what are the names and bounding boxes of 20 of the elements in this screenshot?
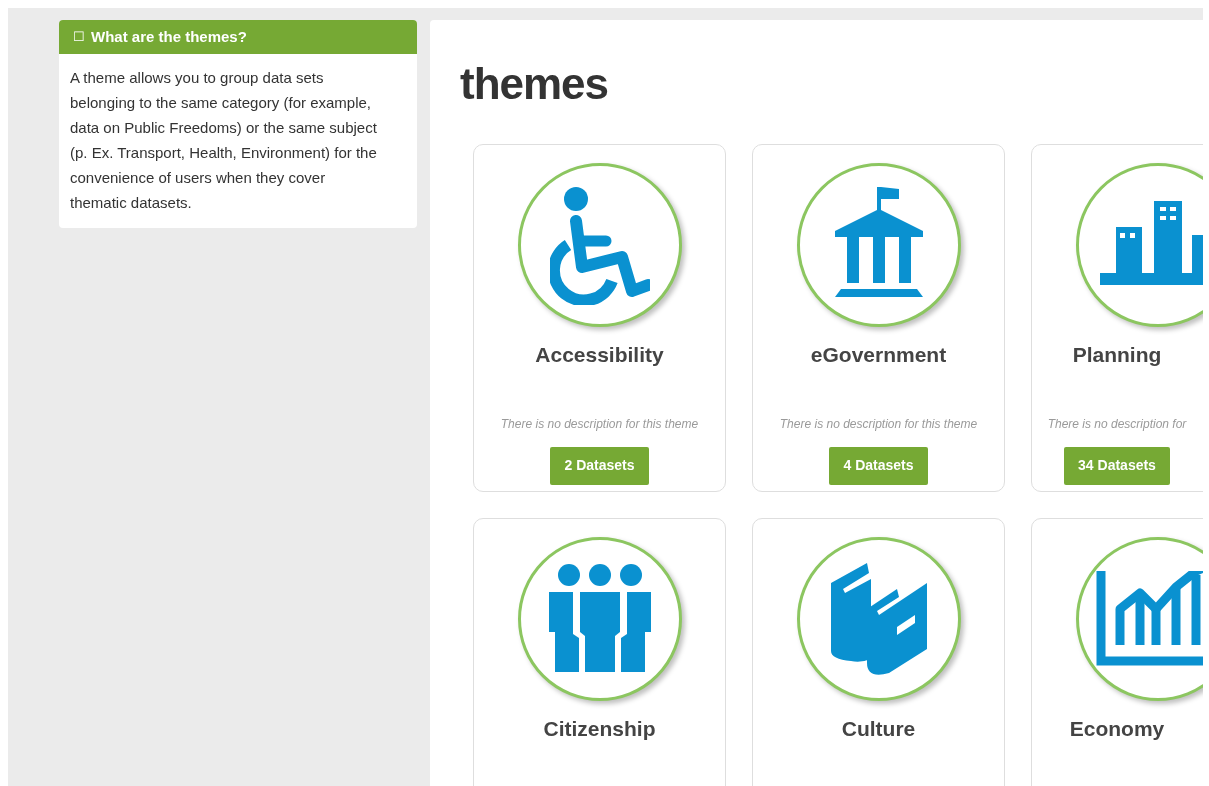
page-title: themes bbox=[460, 58, 610, 110]
group-of-people-icon bbox=[546, 564, 653, 674]
theme-name: Economy bbox=[1069, 716, 1165, 742]
info-text: A theme allows you to group data sets belonging to the same category (for example, data on Public Freedoms) or the same subject (p. Ex. Transport, Health, Environment) for the convenience of users when they cover thematic datasets. bbox=[69, 68, 378, 213]
square-icon: ☐ bbox=[73, 27, 85, 47]
theme-description: There is no description for this theme bbox=[779, 415, 978, 433]
wheelchair-icon bbox=[549, 185, 650, 305]
datasets-button[interactable]: 2 Datasets bbox=[550, 446, 649, 485]
theme-description: There is no description for bbox=[1047, 415, 1187, 433]
info-card-title: What are the themes? bbox=[91, 26, 247, 47]
theme-name: Planning bbox=[1072, 342, 1162, 368]
theme-name: Accessibility bbox=[535, 342, 664, 368]
theme-description: There is no description for this theme bbox=[500, 415, 699, 433]
datasets-button[interactable]: 34 Datasets bbox=[1064, 446, 1170, 485]
theme-name: Citizenship bbox=[543, 716, 656, 742]
theme-name: Culture bbox=[841, 716, 916, 742]
books-icon bbox=[830, 563, 927, 675]
datasets-button[interactable]: 4 Datasets bbox=[829, 446, 928, 485]
theme-name: eGovernment bbox=[810, 342, 947, 368]
bar-chart-icon bbox=[1095, 571, 1203, 667]
